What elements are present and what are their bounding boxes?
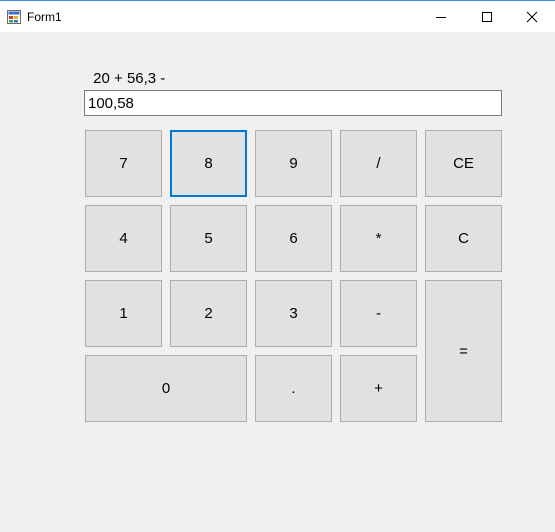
key-2[interactable]: 2 [170, 280, 247, 347]
title-bar: Form1 [0, 0, 555, 32]
key-0[interactable]: 0 [85, 355, 247, 422]
form-icon [7, 10, 21, 24]
equals-button[interactable]: = [425, 280, 502, 422]
key-6[interactable]: 6 [255, 205, 332, 272]
key-4[interactable]: 4 [85, 205, 162, 272]
minimize-icon [436, 17, 446, 18]
decimal-button[interactable]: . [255, 355, 332, 422]
subtract-button[interactable]: - [340, 280, 417, 347]
key-3[interactable]: 3 [255, 280, 332, 347]
key-8[interactable]: 8 [170, 130, 247, 197]
maximize-icon [482, 12, 492, 22]
multiply-button[interactable]: * [340, 205, 417, 272]
close-icon [526, 11, 538, 23]
result-display[interactable] [84, 90, 502, 116]
maximize-button[interactable] [464, 1, 510, 32]
close-button[interactable] [509, 1, 555, 32]
add-button[interactable]: + [340, 355, 417, 422]
window-title: Form1 [27, 10, 62, 24]
clear-button[interactable]: C [425, 205, 502, 272]
key-1[interactable]: 1 [85, 280, 162, 347]
key-5[interactable]: 5 [170, 205, 247, 272]
minimize-button[interactable] [418, 1, 464, 32]
key-9[interactable]: 9 [255, 130, 332, 197]
key-7[interactable]: 7 [85, 130, 162, 197]
divide-button[interactable]: / [340, 130, 417, 197]
clear-entry-button[interactable]: CE [425, 130, 502, 197]
expression-label: 20 + 56,3 - [89, 70, 166, 87]
